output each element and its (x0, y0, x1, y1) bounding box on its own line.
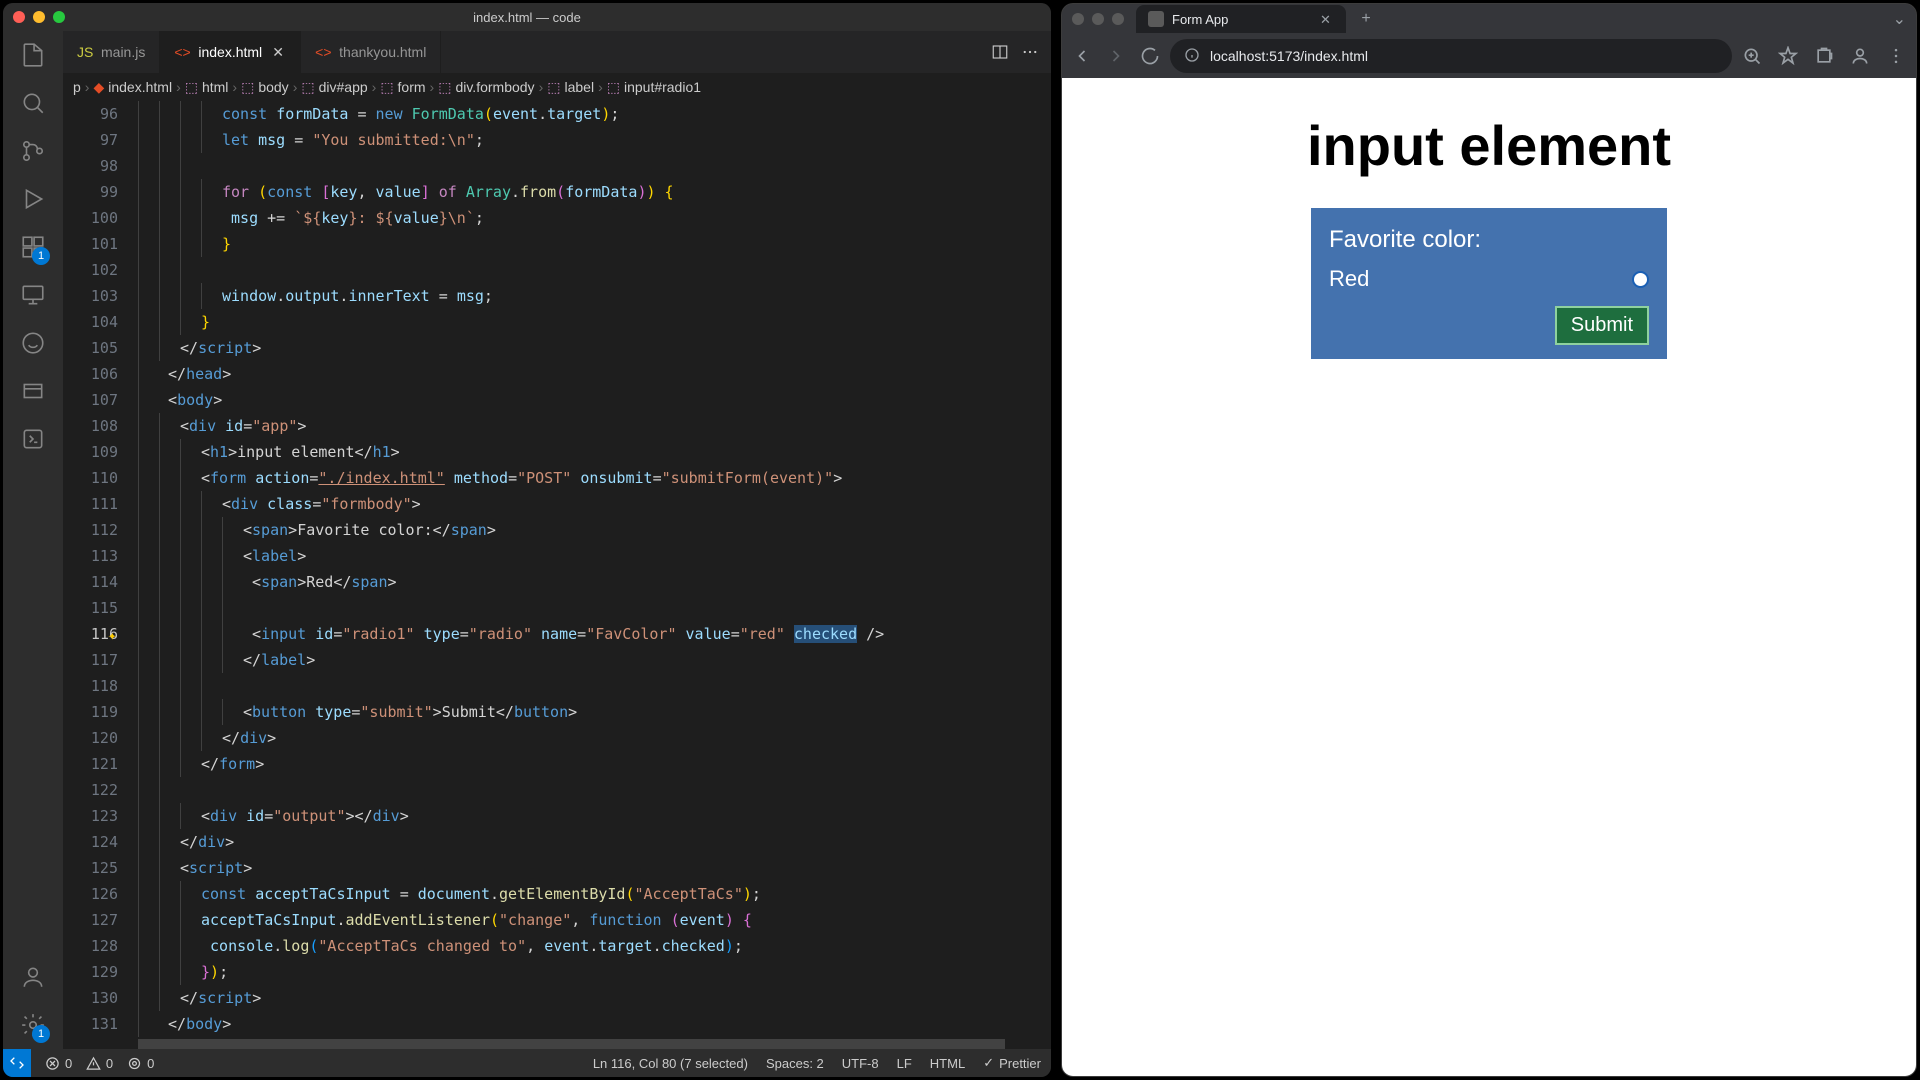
tab-label: thankyou.html (339, 44, 426, 60)
js-file-icon: JS (77, 44, 93, 60)
html-file-icon: <> (315, 44, 331, 60)
activity-extra-icon-1[interactable] (19, 329, 47, 357)
url-bar[interactable]: localhost:5173/index.html (1170, 39, 1732, 73)
zoom-icon[interactable] (1742, 46, 1762, 66)
tab-mainjs[interactable]: JS main.js (63, 31, 160, 73)
window-title: index.html — code (473, 10, 581, 25)
window-minimize-icon[interactable] (33, 11, 45, 23)
editor-tabs: JS main.js <> index.html ✕ <> thankyou.h… (63, 31, 1051, 73)
ports-indicator[interactable]: 0 (127, 1056, 154, 1071)
breadcrumb-item[interactable]: ◆index.html (93, 79, 172, 96)
explorer-icon[interactable] (19, 41, 47, 69)
account-icon[interactable] (19, 963, 47, 991)
form-label: Favorite color: (1329, 226, 1649, 254)
back-icon[interactable] (1072, 46, 1092, 66)
breadcrumb-item[interactable]: ⬚label (547, 79, 594, 96)
tab-indexhtml[interactable]: <> index.html ✕ (160, 31, 301, 73)
search-icon[interactable] (19, 89, 47, 117)
remote-explorer-icon[interactable] (19, 281, 47, 309)
reload-icon[interactable] (1140, 46, 1160, 66)
breadcrumb-item[interactable]: ⬚body (241, 79, 289, 96)
activity-extra-icon-2[interactable] (19, 377, 47, 405)
window-minimize-icon[interactable] (1092, 13, 1104, 25)
browser-toolbar: localhost:5173/index.html (1062, 34, 1916, 78)
eol[interactable]: LF (897, 1056, 912, 1071)
browser-tab[interactable]: Form App ✕ (1136, 5, 1346, 33)
line-number-gutter: 9697989910010110210310410510610710810911… (63, 101, 138, 1049)
source-control-icon[interactable] (19, 137, 47, 165)
encoding[interactable]: UTF-8 (842, 1056, 879, 1071)
vscode-titlebar: index.html — code (3, 3, 1051, 31)
gear-icon[interactable]: 1 (19, 1011, 47, 1039)
vscode-window: index.html — code 1 1 (3, 3, 1051, 1077)
more-actions-icon[interactable] (1021, 43, 1039, 61)
favicon-icon (1148, 11, 1164, 27)
page-viewport: input element Favorite color: Red Submit (1062, 78, 1916, 1076)
breadcrumb[interactable]: p› ◆index.html› ⬚html› ⬚body› ⬚div#app› … (63, 73, 1051, 101)
tab-thankyouhtml[interactable]: <> thankyou.html (301, 31, 441, 73)
profile-icon[interactable] (1850, 46, 1870, 66)
problems-indicator[interactable]: 0 0 (45, 1056, 113, 1071)
bookmark-icon[interactable] (1778, 46, 1798, 66)
activity-bar: 1 1 (3, 31, 63, 1049)
indentation[interactable]: Spaces: 2 (766, 1056, 824, 1071)
settings-badge: 1 (32, 1025, 50, 1043)
activity-extra-icon-3[interactable] (19, 425, 47, 453)
prettier-status[interactable]: ✓ Prettier (983, 1055, 1041, 1071)
window-maximize-icon[interactable] (1112, 13, 1124, 25)
breadcrumb-item[interactable]: ⬚div#app (301, 79, 367, 96)
window-close-icon[interactable] (1072, 13, 1084, 25)
browser-titlebar: Form App ✕ + ⌄ (1062, 4, 1916, 34)
close-icon[interactable]: ✕ (270, 44, 286, 60)
breadcrumb-item[interactable]: ⬚div.formbody (438, 79, 534, 96)
forward-icon[interactable] (1106, 46, 1126, 66)
language-mode[interactable]: HTML (930, 1056, 965, 1071)
horizontal-scrollbar[interactable] (138, 1039, 1051, 1049)
url-text: localhost:5173/index.html (1210, 48, 1368, 64)
code-body[interactable]: const formData = new FormData(event.targ… (138, 101, 1051, 1049)
code-editor[interactable]: 9697989910010110210310410510610710810911… (63, 101, 1051, 1049)
tab-label: index.html (198, 44, 262, 60)
submit-button[interactable]: Submit (1555, 306, 1649, 345)
status-bar: 0 0 0 Ln 116, Col 80 (7 selected) Spaces… (3, 1049, 1051, 1077)
split-editor-icon[interactable] (991, 43, 1009, 61)
new-tab-button[interactable]: + (1356, 10, 1376, 28)
window-close-icon[interactable] (13, 11, 25, 23)
breadcrumb-item[interactable]: ⬚form (380, 79, 425, 96)
extensions-icon[interactable]: 1 (19, 233, 47, 261)
cursor-position[interactable]: Ln 116, Col 80 (7 selected) (593, 1056, 748, 1071)
browser-window: Form App ✕ + ⌄ localhost:5173/index.html (1061, 3, 1917, 1077)
extension-icon[interactable] (1814, 46, 1834, 66)
menu-icon[interactable] (1886, 46, 1906, 66)
html-file-icon: <> (174, 44, 190, 60)
radio-option-text: Red (1329, 266, 1369, 292)
breadcrumb-item[interactable]: p (73, 79, 81, 95)
chevron-down-icon[interactable]: ⌄ (1893, 9, 1906, 29)
page-heading: input element (1307, 113, 1671, 178)
remote-indicator[interactable] (3, 1049, 31, 1077)
close-icon[interactable]: ✕ (1320, 12, 1334, 26)
extensions-badge: 1 (32, 247, 50, 265)
window-maximize-icon[interactable] (53, 11, 65, 23)
tab-label: main.js (101, 44, 145, 60)
breadcrumb-item[interactable]: ⬚html (185, 79, 229, 96)
run-debug-icon[interactable] (19, 185, 47, 213)
form-body: Favorite color: Red Submit (1311, 208, 1667, 359)
breadcrumb-item[interactable]: ⬚input#radio1 (607, 79, 701, 96)
radio-label-red[interactable]: Red (1329, 266, 1649, 292)
browser-tab-title: Form App (1172, 12, 1228, 27)
info-icon[interactable] (1184, 47, 1200, 66)
radio-input[interactable] (1632, 271, 1649, 288)
